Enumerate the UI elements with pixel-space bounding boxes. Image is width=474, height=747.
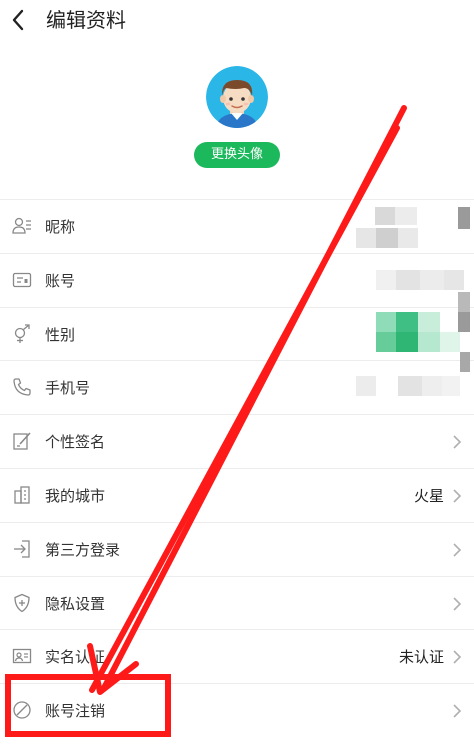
change-avatar-button[interactable]: 更换头像	[194, 142, 280, 168]
row-label: 第三方登录	[45, 540, 121, 559]
chevron-left-icon	[12, 9, 24, 31]
row-value: 火星	[413, 486, 444, 505]
phone-icon	[13, 378, 31, 397]
edit-icon	[13, 432, 31, 450]
chevron-right-icon	[453, 704, 462, 718]
page-title: 编辑资料	[46, 8, 126, 32]
chevron-right-icon	[453, 597, 462, 611]
row-city[interactable]: 我的城市 火星	[0, 467, 474, 522]
row-delete-account[interactable]: 账号注销	[0, 683, 474, 737]
avatar[interactable]	[206, 66, 268, 128]
row-label: 性别	[45, 325, 76, 344]
row-label: 手机号	[45, 379, 91, 398]
login-icon	[14, 540, 30, 558]
prohibit-icon	[13, 701, 31, 719]
row-value: 未认证	[398, 648, 444, 667]
row-label: 账号注销	[45, 702, 106, 721]
row-label: 隐私设置	[45, 594, 106, 613]
row-privacy[interactable]: 隐私设置	[0, 575, 474, 630]
row-label: 个性签名	[45, 433, 106, 452]
gender-icon	[14, 323, 30, 343]
row-third-party-login[interactable]: 第三方登录	[0, 521, 474, 576]
row-label: 我的城市	[45, 486, 106, 505]
building-icon	[14, 486, 30, 504]
chevron-right-icon	[453, 650, 462, 664]
chevron-right-icon	[453, 435, 462, 449]
row-label: 账号	[45, 271, 76, 290]
chevron-right-icon	[453, 489, 462, 503]
shield-icon	[14, 593, 30, 612]
row-label: 昵称	[45, 218, 76, 236]
row-real-name-auth[interactable]: 实名认证 未认证	[0, 629, 474, 683]
user-card-icon	[12, 217, 31, 234]
row-label: 实名认证	[45, 648, 106, 667]
id-photo-icon	[12, 649, 32, 664]
chevron-right-icon	[453, 543, 462, 557]
row-signature[interactable]: 个性签名	[0, 414, 474, 468]
top-bar: 编辑资料	[0, 0, 474, 44]
back-button[interactable]	[8, 6, 28, 34]
id-card-icon	[12, 272, 32, 287]
